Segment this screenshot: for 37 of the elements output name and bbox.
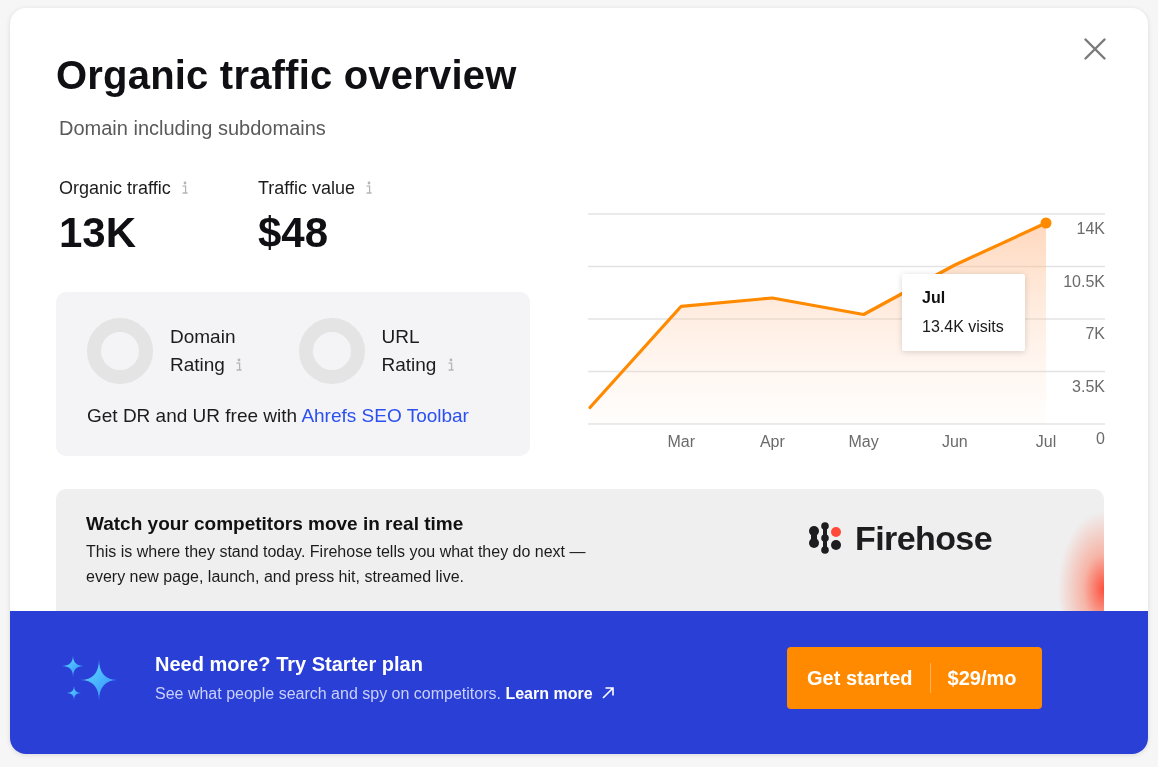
tooltip-title: Jul (922, 288, 946, 308)
axis-label: Apr (759, 433, 785, 450)
axis-label: Jul (1035, 433, 1057, 450)
info-icon[interactable] (446, 358, 455, 372)
axis-label: 3.5K (1072, 377, 1105, 395)
logo-wordmark: Firehose (855, 518, 992, 558)
axis-label: Jun (941, 433, 968, 450)
info-icon[interactable] (235, 358, 244, 372)
close-button[interactable] (1084, 38, 1106, 60)
axis-label: May (848, 433, 879, 450)
close-icon (1084, 38, 1106, 60)
rating-label: Domain Rating (170, 326, 236, 375)
marker-icon (1040, 217, 1052, 229)
toolbar-link[interactable]: Ahrefs SEO Toolbar (301, 405, 469, 426)
metric-label: Traffic value (258, 178, 356, 198)
toolbar-note: Get DR and UR free with Ahrefs SEO Toolbar (87, 404, 469, 428)
axis-label: 0 (1096, 430, 1105, 447)
axis-label: 7K (1085, 325, 1105, 342)
rating-label: URL Rating (381, 326, 437, 375)
metric-value: $48 (258, 209, 329, 257)
promo-title: Watch your competitors move in real time (86, 512, 464, 536)
dialog-title: Organic traffic overview (56, 52, 517, 98)
promo-text: This is where they stand today. Firehose tells you what they do next — every new page, launch, and press hit, streamed live. (86, 542, 587, 587)
axis-label: 14K (1076, 220, 1105, 237)
upsell-title: Need more? Try Starter plan (155, 651, 423, 677)
axis-label: Mar (667, 433, 695, 450)
metric-label: Organic traffic (59, 178, 171, 198)
info-icon[interactable] (180, 181, 189, 195)
learn-more-link[interactable]: Learn more (505, 684, 614, 702)
dialog-subtitle: Domain including subdomains (59, 116, 326, 141)
arrow-icon (601, 686, 614, 699)
info-icon[interactable] (365, 181, 374, 195)
tooltip-value: 13.4K visits (922, 317, 1004, 337)
axis-label: 10.5K (1063, 272, 1105, 290)
logo-icon (808, 521, 843, 555)
metric-value: 13K (59, 209, 137, 257)
upsell-text: See what people search and spy on competitors. Learn more (155, 681, 614, 706)
